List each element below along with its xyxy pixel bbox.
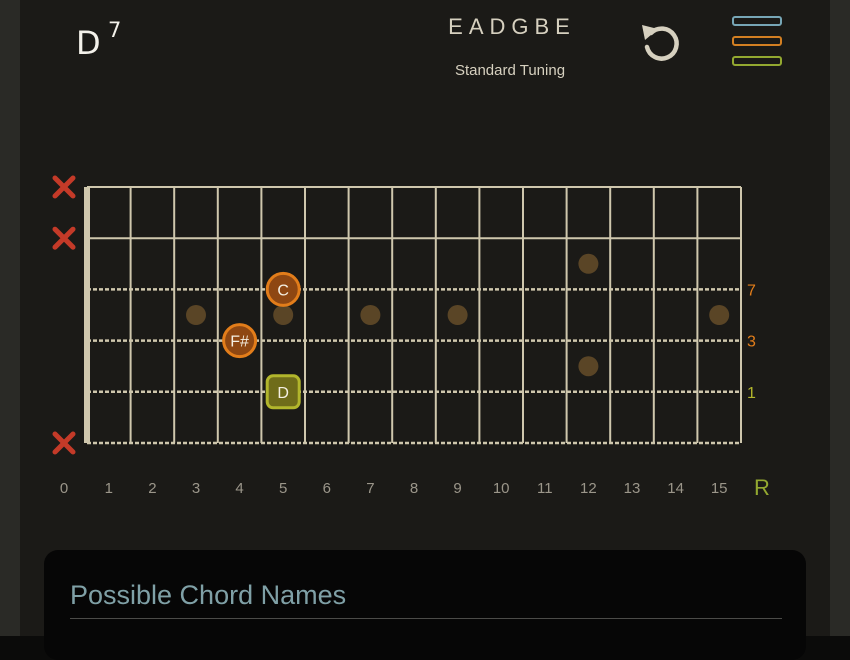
inlay-dot <box>578 356 599 377</box>
inlay-dot <box>186 305 206 325</box>
mute-x-icon[interactable] <box>52 175 76 199</box>
fret-number: 12 <box>580 480 597 497</box>
fret-number: 5 <box>279 480 287 497</box>
fret-number: 7 <box>366 480 374 497</box>
inlay-dot <box>447 305 468 325</box>
interval-label: 3 <box>747 334 756 351</box>
panel-title: Possible Chord Names <box>70 580 347 610</box>
mute-x-icon[interactable] <box>52 431 76 455</box>
fret-number: 10 <box>493 480 510 497</box>
fretboard-grid <box>84 186 742 445</box>
fret-number: 6 <box>323 480 331 497</box>
panel-divider <box>70 618 782 619</box>
inlay-dot <box>578 253 599 274</box>
fret-number: 2 <box>148 480 156 497</box>
fret-number: 1 <box>105 480 113 497</box>
interval-label: 7 <box>747 282 756 299</box>
fret-number-labels: 0 1 2 3 4 5 6 7 8 9 10 11 12 13 14 15 R <box>60 475 770 500</box>
fret-number: 8 <box>410 480 418 497</box>
fret-number: 14 <box>667 480 684 497</box>
root-label[interactable]: R <box>754 475 770 500</box>
muted-string-markers <box>52 175 76 455</box>
interval-label: 1 <box>747 385 756 402</box>
fret-number: 11 <box>537 480 553 497</box>
inlay-markers <box>186 253 730 377</box>
inlay-dot <box>709 305 730 325</box>
fret-number: 3 <box>192 480 200 497</box>
mute-x-icon[interactable] <box>52 226 76 250</box>
fret-number: 4 <box>235 480 243 497</box>
fret-number: 0 <box>60 480 68 497</box>
inlay-dot <box>273 305 294 325</box>
note-label: F# <box>230 334 249 351</box>
note-label: C <box>277 282 289 299</box>
fret-number: 9 <box>453 480 461 497</box>
note-label: D <box>277 385 289 402</box>
fret-number: 15 <box>711 480 728 497</box>
fretboard[interactable]: 7C3F#1D 0 1 2 3 4 5 6 7 8 9 10 11 12 13 14 15 R <box>0 0 850 540</box>
fret-number: 13 <box>624 480 641 497</box>
inlay-dot <box>360 305 381 325</box>
possible-chord-names-panel: Possible Chord Names <box>44 550 806 660</box>
